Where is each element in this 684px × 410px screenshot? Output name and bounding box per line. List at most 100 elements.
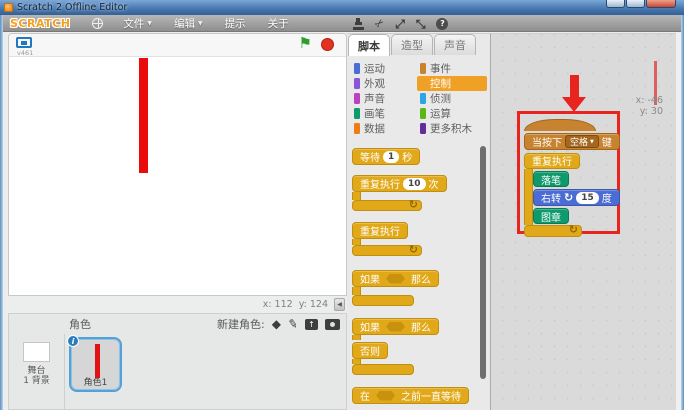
script-stack[interactable]: 当按下 空格 ▼ 键 重复执行 落笔 右转 ↻ 15 度 图章 ↻ xyxy=(524,119,676,237)
palette-block-if[interactable]: 如果 那么 xyxy=(352,268,469,306)
tab-sounds[interactable]: 声音 xyxy=(434,34,476,55)
duplicate-stamp-icon[interactable] xyxy=(352,17,364,30)
block-text: 落笔 xyxy=(541,175,561,187)
category-label: 外观 xyxy=(364,78,385,90)
close-button[interactable] xyxy=(646,0,676,8)
stop-button[interactable] xyxy=(321,38,334,51)
sprite-position-readout: x: -46 y: 30 xyxy=(636,95,663,117)
grow-icon[interactable]: ⤢ xyxy=(395,18,405,30)
sprite-info-icon[interactable]: i xyxy=(67,335,79,347)
boolean-slot[interactable] xyxy=(376,390,395,401)
c-bottom: ↻ xyxy=(352,198,422,211)
palette-block-if-else[interactable]: 如果 那么 否则 xyxy=(352,316,469,375)
mouse-x-readout: x: 112 xyxy=(262,299,293,310)
category-sensing[interactable]: 侦测 xyxy=(417,91,487,106)
category-looks[interactable]: 外观 xyxy=(351,76,417,91)
sprites-panel: 角色 新建角色: ◆ ✎ ↑ 舞台 1 背景 i 角色1 xyxy=(8,313,347,410)
palette-block-wait[interactable]: 等待 1 秒 xyxy=(352,148,421,165)
turn-clockwise-icon: ↻ xyxy=(564,191,574,204)
boolean-slot[interactable] xyxy=(386,273,405,284)
pen-drawing-red-line xyxy=(139,58,148,173)
stage-thumbnail[interactable] xyxy=(23,342,50,362)
category-more-blocks[interactable]: 更多积木 xyxy=(417,121,487,136)
paint-new-sprite-icon[interactable]: ✎ xyxy=(287,316,299,332)
category-motion[interactable]: 运动 xyxy=(351,61,417,76)
category-label: 更多积木 xyxy=(430,123,472,135)
category-sound[interactable]: 声音 xyxy=(351,91,417,106)
window-controls xyxy=(606,0,676,8)
block-text: 否则 xyxy=(360,347,380,358)
sprite-x-readout: x: -46 xyxy=(635,95,663,106)
collapse-stage-button[interactable]: ◀ xyxy=(334,298,345,311)
green-flag-icon[interactable]: ⚑ xyxy=(299,36,312,51)
sprites-title: 角色 xyxy=(69,318,91,331)
camera-sprite-icon[interactable] xyxy=(325,318,340,330)
c-top: 如果 那么 xyxy=(352,270,439,287)
scratch-logo: SCRATCH xyxy=(10,16,71,30)
category-operators[interactable]: 运算 xyxy=(417,106,487,121)
category-label: 运动 xyxy=(364,63,385,75)
c-top: 重复执行 xyxy=(352,222,408,239)
palette-block-wait-until[interactable]: 在 之前一直等待 xyxy=(352,387,469,404)
stage-selector[interactable]: 舞台 1 背景 xyxy=(9,334,65,410)
new-sprite-toolbar: 新建角色: ◆ ✎ ↑ xyxy=(217,316,340,332)
palette-block-forever[interactable]: 重复执行 ↻ xyxy=(352,220,469,256)
sprite-thumbnail-selected[interactable]: i 角色1 xyxy=(67,335,122,392)
boolean-slot[interactable] xyxy=(386,321,405,332)
category-label: 事件 xyxy=(430,63,451,75)
tab-costumes[interactable]: 造型 xyxy=(391,34,433,55)
number-input[interactable]: 10 xyxy=(403,177,426,190)
forever-body: 落笔 右转 ↻ 15 度 图章 xyxy=(524,169,676,225)
category-events[interactable]: 事件 xyxy=(417,61,487,76)
category-pen[interactable]: 画笔 xyxy=(351,106,417,121)
block-forever-top[interactable]: 重复执行 xyxy=(524,152,580,169)
c-arm xyxy=(352,335,361,340)
delete-scissors-icon[interactable]: ✂ xyxy=(372,16,387,32)
key-dropdown[interactable]: 空格 ▼ xyxy=(565,135,599,148)
scratch-editor-window: Scratch 2 Offline Editor SCRATCH 文件 ▼ 编辑 ▼… xyxy=(0,0,684,410)
scripts-area[interactable]: x: -46 y: 30 当按下 空格 ▼ 键 重复执行 落笔 右转 ↻ 15 … xyxy=(490,33,676,410)
shrink-icon[interactable]: ⤡ xyxy=(416,18,426,30)
sprite-name: 角色1 xyxy=(83,378,108,388)
forever-bottom: ↻ xyxy=(524,223,582,237)
upload-sprite-icon[interactable]: ↑ xyxy=(305,318,318,330)
menu-edit[interactable]: 编辑 ▼ xyxy=(174,16,203,31)
loop-arrow-icon: ↻ xyxy=(408,243,418,256)
globe-line-vertical xyxy=(97,18,99,28)
menu-file[interactable]: 文件 ▼ xyxy=(123,16,152,31)
maximize-button[interactable] xyxy=(626,0,645,8)
version-label: v461 xyxy=(17,49,34,57)
stage-canvas[interactable] xyxy=(9,57,346,295)
number-input[interactable]: 1 xyxy=(383,150,400,163)
number-input[interactable]: 15 xyxy=(576,191,599,204)
window-left-border xyxy=(0,15,3,410)
block-pen-down[interactable]: 落笔 xyxy=(533,171,569,187)
key-dropdown-value: 空格 xyxy=(570,138,589,148)
block-text: 秒 xyxy=(402,153,413,164)
palette-scrollbar[interactable] xyxy=(480,146,486,379)
stage-label: 舞台 1 背景 xyxy=(23,366,50,386)
fullscreen-icon[interactable] xyxy=(16,37,32,48)
palette-block-repeat[interactable]: 重复执行 10 次 ↻ xyxy=(352,173,469,211)
block-turn-right[interactable]: 右转 ↻ 15 度 xyxy=(533,189,620,206)
loop-arrow-icon: ↻ xyxy=(408,198,418,211)
menu-file-label: 文件 xyxy=(123,17,145,30)
annotation-arrow xyxy=(570,75,579,97)
category-label: 运算 xyxy=(430,108,451,120)
category-data[interactable]: 数据 xyxy=(351,121,417,136)
category-label: 控制 xyxy=(430,78,451,90)
c-middle-else: 否则 xyxy=(352,342,388,359)
minimize-button[interactable] xyxy=(606,0,625,8)
block-when-key-pressed[interactable]: 当按下 空格 ▼ 键 xyxy=(524,133,620,150)
language-globe-icon[interactable] xyxy=(92,17,104,29)
menu-tips[interactable]: 提示 xyxy=(225,16,246,31)
sprite-costume-line xyxy=(95,344,100,378)
block-stamp[interactable]: 图章 xyxy=(533,208,569,224)
block-help-icon[interactable]: ? xyxy=(436,17,449,30)
block-text: 之前一直等待 xyxy=(401,392,461,403)
tab-scripts[interactable]: 脚本 xyxy=(348,34,390,56)
menu-about[interactable]: 关于 xyxy=(268,16,289,31)
category-control-selected[interactable]: 控制 xyxy=(417,76,487,91)
menu-items: 文件 ▼ 编辑 ▼ 提示 关于 xyxy=(123,16,288,31)
sprite-library-icon[interactable]: ◆ xyxy=(272,318,281,330)
